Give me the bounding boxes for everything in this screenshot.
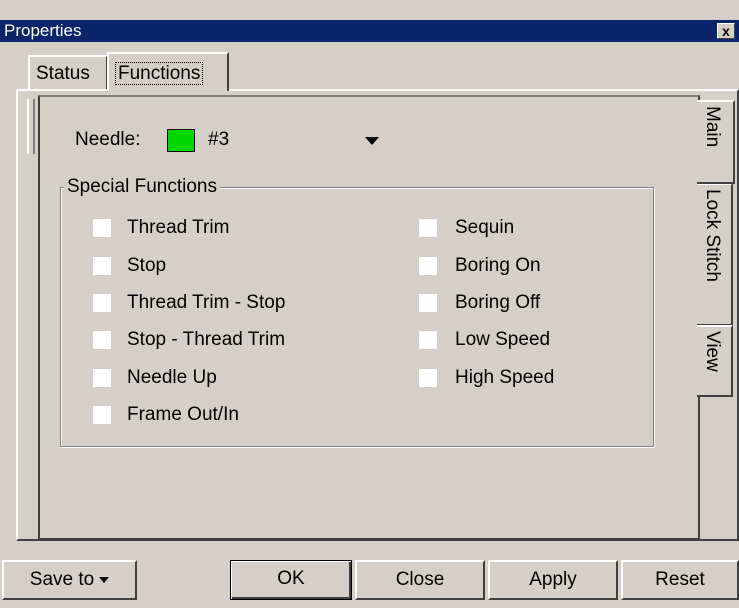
tab-status[interactable]: Status	[28, 55, 108, 89]
checkbox-label: Thread Trim	[127, 217, 230, 238]
checkbox-label: Frame Out/In	[127, 404, 239, 425]
close-icon[interactable]: x	[717, 23, 735, 39]
save-to-button[interactable]: Save to	[2, 560, 137, 600]
checkbox-label: Thread Trim - Stop	[127, 292, 286, 313]
needle-label: Needle:	[75, 129, 141, 150]
checkbox-label: High Speed	[455, 367, 555, 388]
close-button[interactable]: Close	[355, 560, 485, 600]
tab-main-label: Main	[702, 106, 723, 148]
tab-functions-label: Functions	[115, 62, 204, 85]
tab-main[interactable]: Main	[697, 100, 735, 184]
chevron-down-icon[interactable]	[360, 128, 384, 152]
checkbox-label: Boring On	[455, 255, 541, 276]
tab-lock-stitch[interactable]: Lock Stitch	[697, 183, 733, 326]
tab-functions[interactable]: Functions	[107, 52, 229, 91]
tab-view[interactable]: View	[697, 325, 733, 397]
title-bar: Properties x	[0, 20, 739, 42]
checkbox-low-speed[interactable]	[419, 331, 437, 349]
checkbox-frame-out-in[interactable]	[93, 406, 111, 424]
needle-select-value[interactable]: #3	[208, 129, 229, 151]
panel-grip[interactable]	[27, 99, 35, 154]
checkbox-thread-trim[interactable]	[93, 219, 111, 237]
chevron-down-icon	[99, 576, 110, 583]
tab-lock-stitch-label: Lock Stitch	[702, 189, 723, 282]
needle-color-swatch[interactable]	[167, 129, 195, 152]
checkbox-needle-up[interactable]	[93, 369, 111, 387]
save-to-label: Save to	[29, 569, 95, 590]
checkbox-sequin[interactable]	[419, 219, 437, 237]
tab-view-label: View	[702, 331, 723, 372]
checkbox-stop[interactable]	[93, 257, 111, 275]
ok-button[interactable]: OK	[230, 560, 352, 600]
checkbox-label: Boring Off	[455, 292, 541, 313]
reset-button[interactable]: Reset	[621, 560, 739, 600]
checkbox-stop-thread-trim[interactable]	[93, 331, 111, 349]
checkbox-high-speed[interactable]	[419, 369, 437, 387]
window-title: Properties	[4, 21, 82, 40]
checkbox-label: Low Speed	[455, 329, 551, 350]
checkbox-boring-on[interactable]	[419, 257, 437, 275]
checkbox-label: Stop - Thread Trim	[127, 329, 286, 350]
checkbox-label: Sequin	[455, 217, 515, 238]
checkbox-label: Needle Up	[127, 367, 217, 388]
checkbox-boring-off[interactable]	[419, 294, 437, 312]
checkbox-thread-trim-stop[interactable]	[93, 294, 111, 312]
apply-button[interactable]: Apply	[488, 560, 618, 600]
group-legend: Special Functions	[64, 176, 220, 198]
checkbox-label: Stop	[127, 255, 167, 276]
